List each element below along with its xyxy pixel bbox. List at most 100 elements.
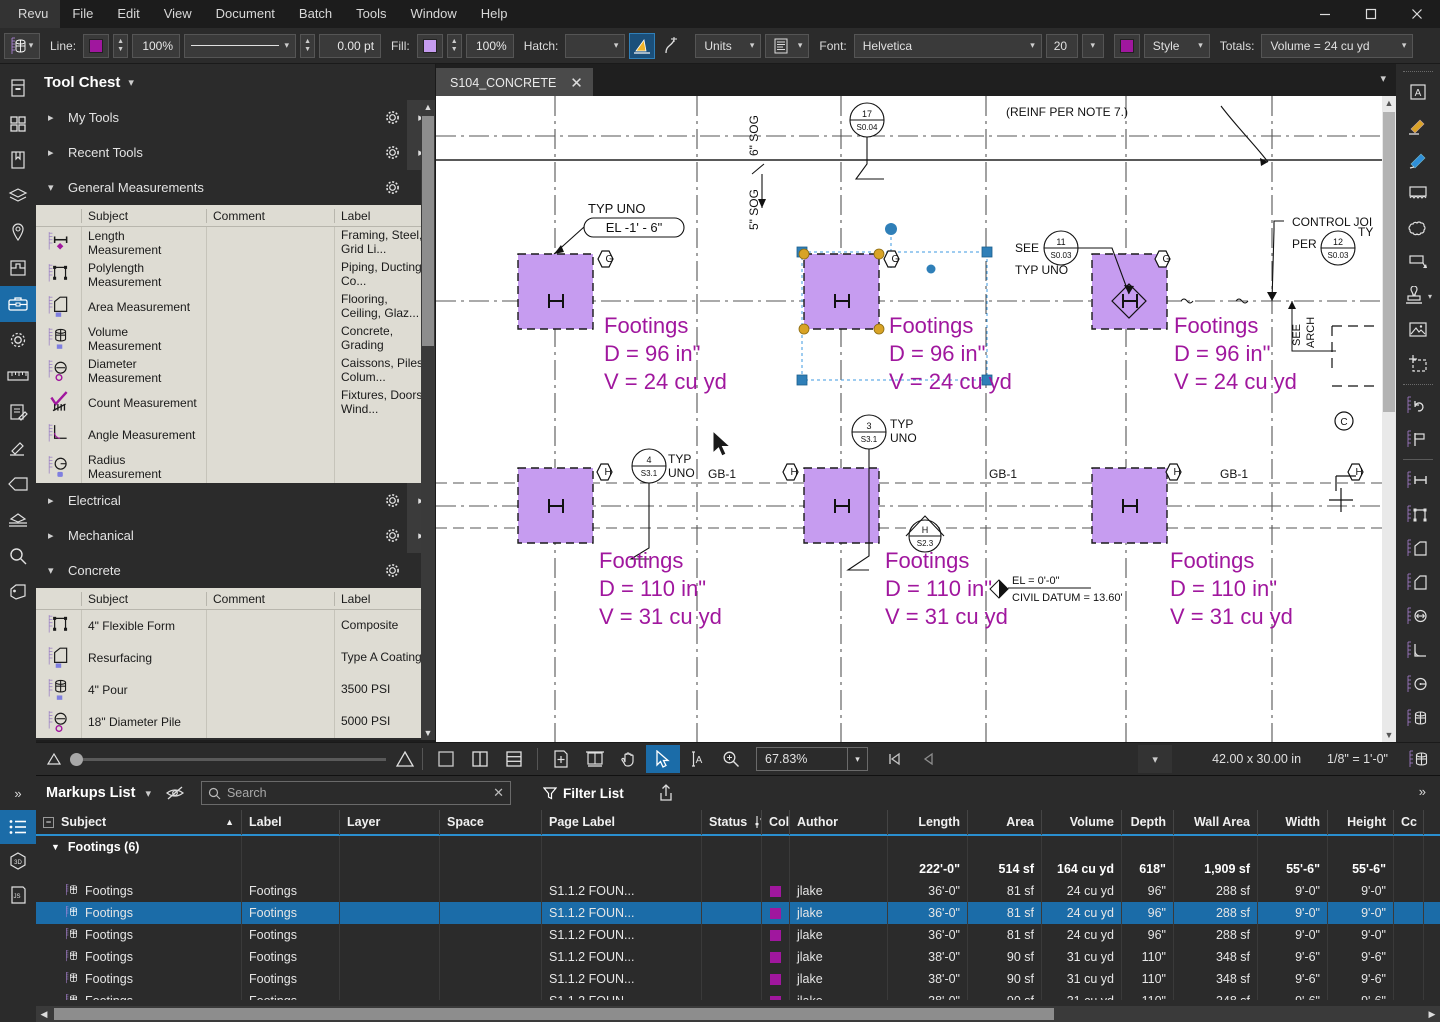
gear-icon[interactable] <box>377 562 407 579</box>
javascript-icon[interactable]: JS <box>0 878 36 912</box>
tool-chest-scrollbar[interactable]: ▲ ▼ <box>421 100 435 740</box>
column-header-label[interactable]: Label <box>334 591 435 606</box>
scrollbar-thumb[interactable] <box>54 1008 1054 1020</box>
scroll-up-icon[interactable]: ▲ <box>421 100 435 114</box>
calibrate-icon[interactable] <box>1396 422 1440 456</box>
volume-measurement-icon[interactable] <box>1402 745 1436 773</box>
tool-group-general-measurements[interactable]: ▾ General Measurements <box>36 170 435 205</box>
active-tool-button[interactable]: ▾ <box>4 32 40 59</box>
measurement-highlight-button[interactable] <box>629 32 656 59</box>
gear-icon[interactable] <box>0 322 36 358</box>
radius-measurement-icon[interactable] <box>1396 667 1440 701</box>
menu-item-view[interactable]: View <box>152 0 204 28</box>
punch-icon[interactable] <box>0 574 36 610</box>
tool-row[interactable]: Volume Measurement Concrete, Grading <box>36 323 435 355</box>
expand-panel-button[interactable]: » <box>0 776 36 810</box>
tool-group-concrete[interactable]: ▾ Concrete <box>36 553 435 588</box>
diameter-measurement-icon[interactable] <box>1396 599 1440 633</box>
bookmarks-icon[interactable] <box>0 142 36 178</box>
tool-row[interactable]: Diameter Measurement Caissons, Piles, Col… <box>36 355 435 387</box>
text-callout-icon[interactable] <box>1396 245 1440 279</box>
forms-icon[interactable] <box>0 394 36 430</box>
model-3d-icon[interactable]: 3D <box>0 844 36 878</box>
tool-group-mechanical[interactable]: ▸ Mechanical ▸ <box>36 518 435 553</box>
markups-horizontal-scrollbar[interactable]: ◀ ▶ <box>36 1006 1440 1022</box>
column-header-cc[interactable]: Cc <box>1394 810 1424 835</box>
tool-chest-icon[interactable] <box>0 286 36 322</box>
search-icon[interactable] <box>0 538 36 574</box>
eye-slash-icon[interactable] <box>165 785 185 801</box>
scroll-down-icon[interactable]: ▼ <box>1382 728 1396 742</box>
filter-settings-icon[interactable] <box>755 816 761 828</box>
column-header-layer[interactable]: Layer <box>340 810 440 835</box>
callout-icon[interactable] <box>1396 177 1440 211</box>
column-header-comment[interactable]: Comment <box>206 591 334 606</box>
thumbnails-icon[interactable] <box>0 70 36 106</box>
column-header-page-label[interactable]: Page Label <box>542 810 702 835</box>
totals-select[interactable]: Volume = 24 cu yd ▾ <box>1261 33 1414 58</box>
table-row[interactable]: Footings Footings S1.1.2 FOUN... jlake38'-0… <box>36 990 1440 1000</box>
measurements-ruler-icon[interactable] <box>0 358 36 394</box>
tool-row[interactable]: 4" Pour 3500 PSI <box>36 674 435 706</box>
column-header-status[interactable]: Status <box>702 810 762 835</box>
column-header-length[interactable]: Length <box>888 810 968 835</box>
table-row[interactable]: Footings Footings S1.1.2 FOUN... jlake38'-0… <box>36 946 1440 968</box>
tags-icon[interactable] <box>0 466 36 502</box>
column-header-subject[interactable]: Subject <box>81 591 206 606</box>
column-header-depth[interactable]: Depth <box>1122 810 1174 835</box>
layers-icon[interactable] <box>0 178 36 214</box>
menu-item-batch[interactable]: Batch <box>287 0 344 28</box>
zoom-level-field[interactable]: 67.83% <box>756 747 848 771</box>
markups-overflow-button[interactable]: » <box>1419 784 1426 799</box>
rotate-measurement-icon[interactable] <box>1396 388 1440 422</box>
fill-color-button[interactable] <box>416 33 443 58</box>
area-measurement-icon[interactable] <box>1396 531 1440 565</box>
tool-group-recent-tools[interactable]: ▸ Recent Tools ▸ <box>36 135 435 170</box>
chevron-down-icon[interactable]: ▼ <box>51 842 60 852</box>
column-header-space[interactable]: Space <box>440 810 542 835</box>
polylength-measurement-icon[interactable] <box>1396 497 1440 531</box>
tool-row[interactable]: 18" Diameter Pile 5000 PSI <box>36 706 435 738</box>
batch-icon[interactable] <box>0 502 36 538</box>
spaces-icon[interactable] <box>0 214 36 250</box>
line-style-select[interactable]: ▾ <box>184 33 297 58</box>
column-header-volume[interactable]: Volume <box>1042 810 1122 835</box>
highlighter-icon[interactable] <box>1396 109 1440 143</box>
table-row[interactable]: Footings Footings S1.1.2 FOUN... jlake 36'-0… <box>36 880 1440 902</box>
column-header-author[interactable]: Author <box>790 810 888 835</box>
scroll-up-icon[interactable]: ▲ <box>1382 96 1396 110</box>
tool-row[interactable]: Area Measurement Flooring, Ceiling, Glaz.… <box>36 291 435 323</box>
length-measurement-icon[interactable] <box>1396 463 1440 497</box>
image-icon[interactable] <box>1396 313 1440 347</box>
tool-group-my-tools[interactable]: ▸ My Tools ▸ <box>36 100 435 135</box>
page-list-chevron-icon[interactable]: ▾ <box>1138 745 1173 773</box>
previous-page-icon[interactable] <box>912 745 946 773</box>
pen-icon[interactable] <box>1396 143 1440 177</box>
collapse-all-icon[interactable]: − <box>43 816 54 828</box>
menu-item-document[interactable]: Document <box>204 0 287 28</box>
column-header-label[interactable]: Label <box>242 810 340 835</box>
search-input-wrapper[interactable]: ✕ <box>200 781 511 805</box>
markups-group-row[interactable]: ▼ Footings (6) <box>36 836 1440 858</box>
font-family-select[interactable]: Helvetica ▾ <box>853 33 1042 58</box>
scrollbar-thumb[interactable] <box>422 116 434 346</box>
canvas-vertical-scrollbar[interactable]: ▲ ▼ <box>1382 96 1396 742</box>
perimeter-measurement-icon[interactable] <box>1396 565 1440 599</box>
scroll-down-icon[interactable]: ▼ <box>421 726 435 740</box>
search-input[interactable] <box>226 786 488 800</box>
table-row[interactable]: Footings Footings S1.1.2 FOUN... jlake 36'-0… <box>36 924 1440 946</box>
angle-measurement-icon[interactable] <box>1396 633 1440 667</box>
select-tool-button[interactable] <box>646 745 680 773</box>
gear-icon[interactable] <box>377 109 407 126</box>
zoom-dropdown-chevron-icon[interactable]: ▾ <box>848 747 868 771</box>
slider-knob[interactable] <box>70 752 83 766</box>
first-page-icon[interactable] <box>878 745 912 773</box>
font-size-field[interactable]: 20 <box>1045 33 1078 58</box>
minimize-icon[interactable] <box>1302 0 1348 28</box>
column-header-col[interactable]: Col... <box>762 810 790 835</box>
scrollbar-thumb[interactable] <box>1383 112 1395 412</box>
column-header-wall-area[interactable]: Wall Area <box>1174 810 1258 835</box>
tab-overflow-chevron-icon[interactable]: ▾ <box>1380 72 1386 85</box>
scroll-right-icon[interactable]: ▶ <box>1424 1006 1440 1022</box>
table-row[interactable]: Footings Footings S1.1.2 FOUN... jlake38'-0… <box>36 968 1440 990</box>
